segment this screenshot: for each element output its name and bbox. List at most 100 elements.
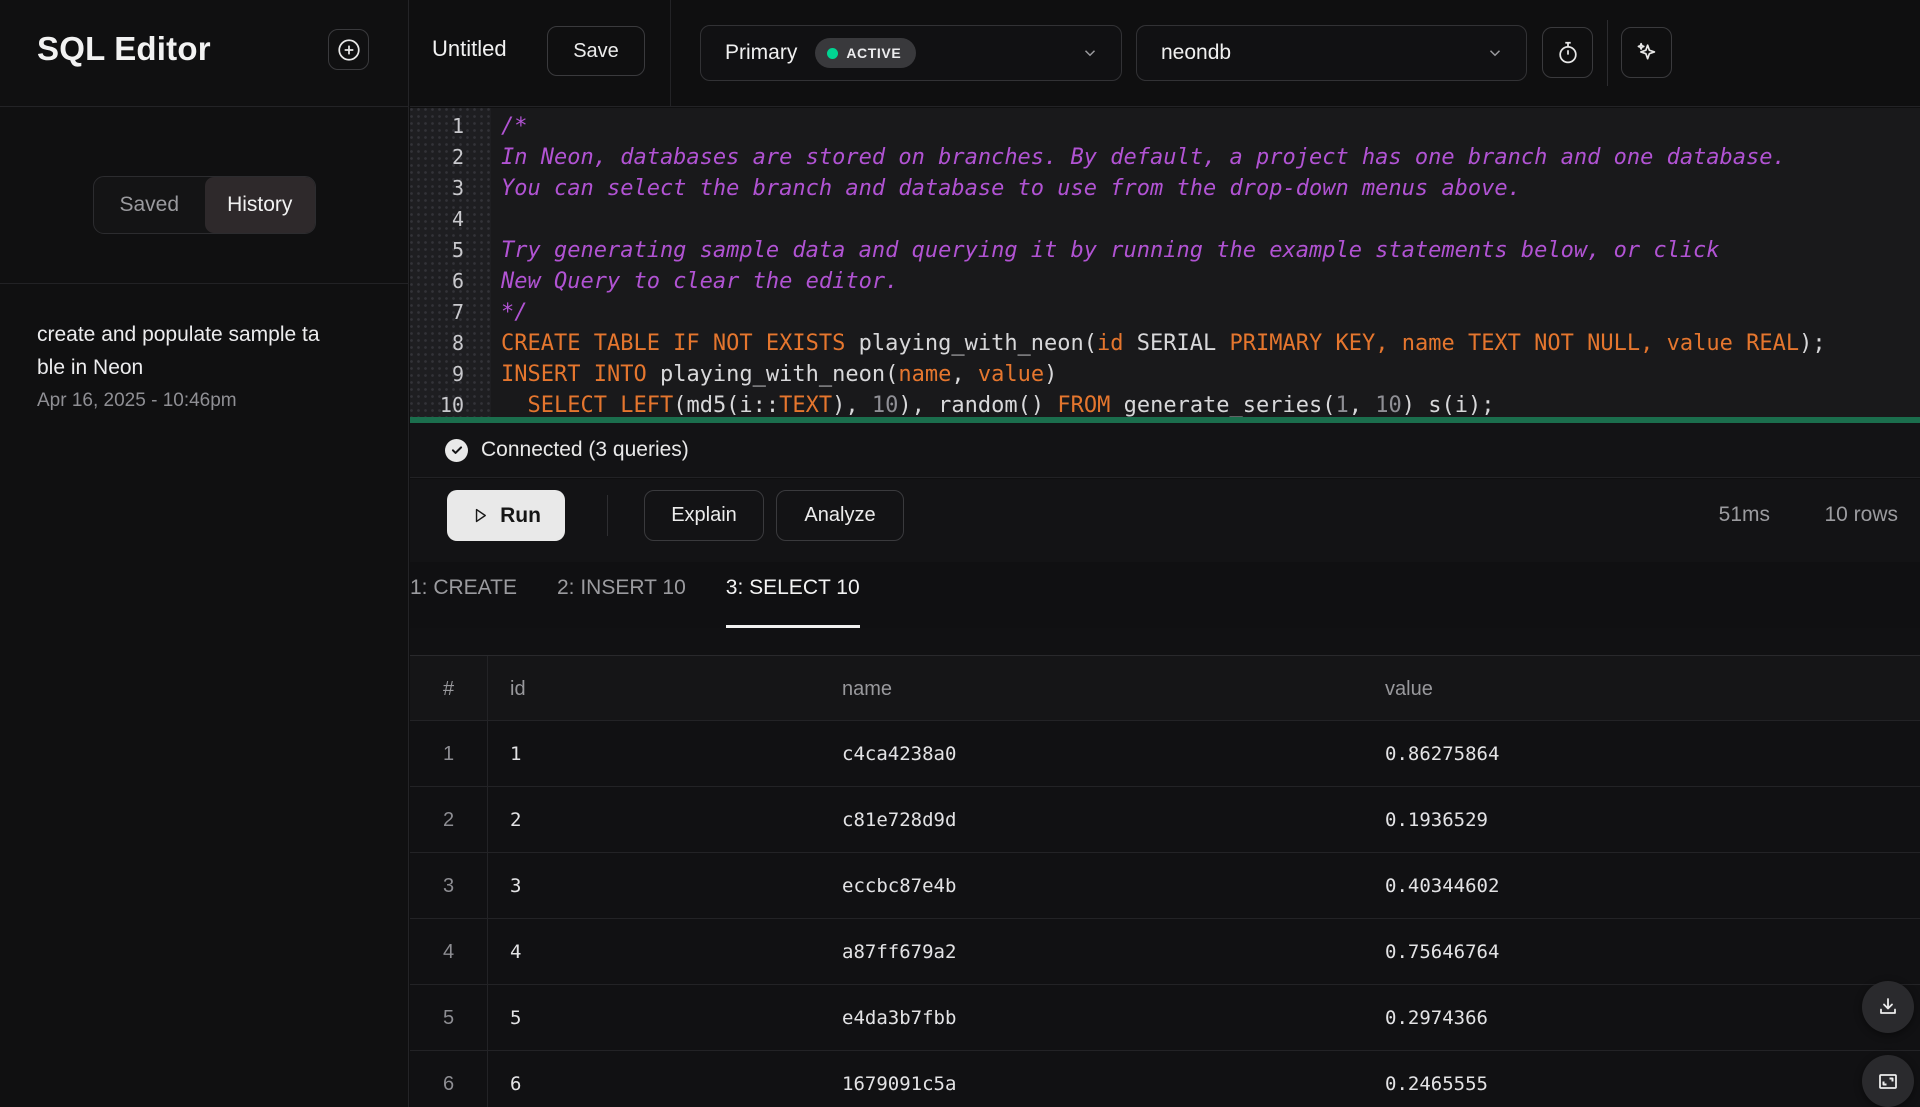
fullscreen-icon: [1876, 1069, 1900, 1093]
line-number: 7: [410, 297, 491, 328]
sql-code-editor[interactable]: 12345678910 /*In Neon, databases are sto…: [410, 108, 1920, 417]
line-number: 5: [410, 235, 491, 266]
code-token: name: [898, 362, 951, 387]
result-tab-2[interactable]: 2: INSERT 10: [557, 562, 686, 628]
toolbar-divider: [1607, 20, 1608, 86]
history-list-item[interactable]: create and populate sample table in Neon…: [0, 300, 409, 432]
code-token: 10: [872, 393, 899, 417]
line-number-gutter: 12345678910: [410, 108, 491, 417]
cell-id: 6: [488, 1073, 820, 1095]
code-token: Try generating sample data and querying …: [501, 238, 1720, 263]
code-token: You can select the branch and database t…: [501, 176, 1521, 201]
branch-select-value: Primary: [725, 41, 797, 65]
editor-toolbar: Untitled Save Primary ACTIVE neondb: [410, 0, 1920, 107]
query-duration: 51ms: [1719, 503, 1770, 527]
expand-results-button[interactable]: [1862, 1055, 1914, 1107]
column-header-name: name: [820, 678, 1363, 701]
sidebar-header: SQL Editor: [0, 0, 409, 107]
table-row: 11c4ca4238a00.86275864: [410, 721, 1920, 787]
code-token: 1: [1336, 393, 1349, 417]
query-name-label: Untitled: [432, 36, 507, 62]
code-token: [1653, 331, 1666, 356]
cell-id: 1: [488, 743, 820, 765]
connection-status-bar: Connected (3 queries): [410, 423, 1920, 478]
code-token: value: [978, 362, 1044, 387]
code-token: INSERT INTO: [501, 362, 647, 387]
sql-editor-app: SQL Editor Saved History create and popu…: [0, 0, 1920, 1107]
code-token: FROM: [1057, 393, 1110, 417]
code-line: [501, 204, 1920, 235]
sparkle-icon: [1633, 39, 1660, 66]
code-token: ),: [832, 393, 872, 417]
code-line: INSERT INTO playing_with_neon(name, valu…: [501, 359, 1920, 390]
table-row: 22c81e728d9d0.1936529: [410, 787, 1920, 853]
line-number: 8: [410, 328, 491, 359]
sidebar-tab-switch: Saved History: [93, 176, 316, 234]
cell-num: 3: [410, 853, 488, 919]
line-number: 4: [410, 204, 491, 235]
chevron-down-icon: [1486, 44, 1504, 62]
code-token: SERIAL: [1124, 331, 1230, 356]
run-button-label: Run: [500, 504, 541, 528]
save-button[interactable]: Save: [547, 26, 645, 76]
download-results-button[interactable]: [1862, 981, 1914, 1033]
line-number: 9: [410, 359, 491, 390]
actions-divider: [607, 495, 608, 536]
check-circle-icon: [445, 439, 468, 462]
line-number: 3: [410, 173, 491, 204]
result-tab-1[interactable]: 1: CREATE: [410, 562, 517, 628]
query-row-count: 10 rows: [1824, 503, 1898, 527]
explain-button[interactable]: Explain: [644, 490, 764, 541]
code-token: playing_with_neon(: [647, 362, 899, 387]
toolbar-divider: [670, 0, 671, 107]
code-token: (md5(i::: [673, 393, 779, 417]
chevron-down-icon: [1081, 44, 1099, 62]
new-query-button[interactable]: [328, 29, 369, 70]
code-token: [501, 393, 528, 417]
branch-status-label: ACTIVE: [846, 45, 901, 61]
code-token: ,: [1349, 393, 1376, 417]
results-table: #idnamevalue 11c4ca4238a00.8627586422c81…: [410, 628, 1920, 1107]
sidebar-divider: [0, 283, 409, 284]
result-tab-3[interactable]: 3: SELECT 10: [726, 562, 860, 628]
code-token: New Query to clear the editor.: [501, 269, 898, 294]
code-line: */: [501, 297, 1920, 328]
table-row: 55e4da3b7fbb0.2974366: [410, 985, 1920, 1051]
code-token: */: [501, 300, 528, 325]
cell-name: e4da3b7fbb: [820, 1007, 1363, 1029]
table-row: 44a87ff679a20.75646764: [410, 919, 1920, 985]
line-number: 1: [410, 111, 491, 142]
cell-id: 4: [488, 941, 820, 963]
sidebar: SQL Editor Saved History create and popu…: [0, 0, 409, 1107]
code-token: id: [1097, 331, 1124, 356]
code-token: 10: [1375, 393, 1402, 417]
table-body: 11c4ca4238a00.8627586422c81e728d9d0.1936…: [410, 721, 1920, 1107]
cell-value: 0.75646764: [1363, 941, 1920, 963]
cell-value: 0.2974366: [1363, 1007, 1920, 1029]
branch-select[interactable]: Primary ACTIVE: [700, 25, 1122, 81]
code-token: name TEXT NOT NULL,: [1402, 331, 1654, 356]
run-button[interactable]: Run: [447, 490, 565, 541]
cell-value: 0.2465555: [1363, 1073, 1920, 1095]
code-token: ) s(i);: [1402, 393, 1495, 417]
code-line: Try generating sample data and querying …: [501, 235, 1920, 266]
column-header-id: id: [488, 678, 820, 701]
download-icon: [1876, 995, 1900, 1019]
analyze-button[interactable]: Analyze: [776, 490, 904, 541]
actions-bar: Run Explain Analyze 51ms 10 rows: [410, 479, 1920, 562]
code-line: You can select the branch and database t…: [501, 173, 1920, 204]
cell-num: 1: [410, 721, 488, 787]
cell-name: 1679091c5a: [820, 1073, 1363, 1095]
query-timing-button[interactable]: [1542, 27, 1593, 78]
code-line: New Query to clear the editor.: [501, 266, 1920, 297]
ai-assist-button[interactable]: [1621, 27, 1672, 78]
code-token: ): [1044, 362, 1057, 387]
tab-saved[interactable]: Saved: [94, 177, 205, 233]
cell-num: 4: [410, 919, 488, 985]
result-tabs: 1: CREATE 2: INSERT 10 3: SELECT 10: [410, 562, 1920, 628]
database-select[interactable]: neondb: [1136, 25, 1527, 81]
code-token: In Neon, databases are stored on branche…: [501, 145, 1786, 170]
tab-history[interactable]: History: [205, 177, 316, 233]
cell-value: 0.40344602: [1363, 875, 1920, 897]
code-line: SELECT LEFT(md5(i::TEXT), 10), random() …: [501, 390, 1920, 417]
